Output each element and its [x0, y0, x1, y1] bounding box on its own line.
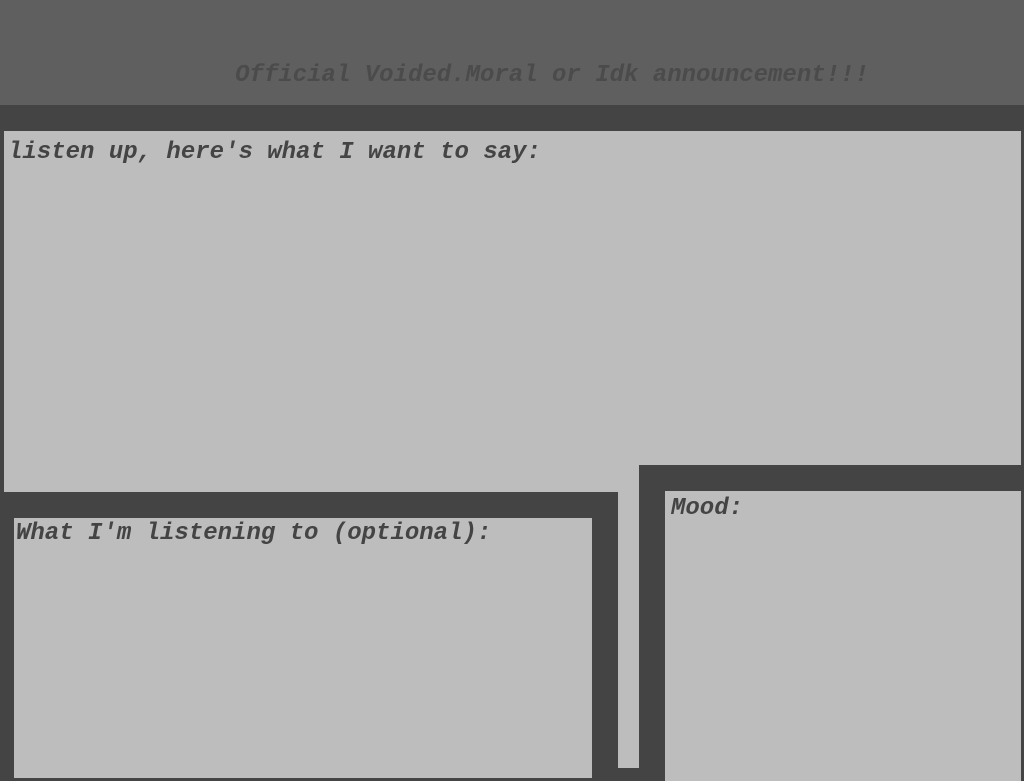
mood-panel: Mood: [639, 465, 1024, 781]
mood-label: Mood: [671, 495, 744, 522]
listening-to-label: What I'm listening to (optional): [16, 520, 492, 547]
listening-to-box[interactable]: What I'm listening to (optional): [14, 518, 592, 778]
page-title: Official Voided.Moral or Idk announcemen… [235, 62, 869, 89]
mood-box[interactable]: Mood: [665, 491, 1021, 781]
announcement-message-label: listen up, here's what I want to say: [8, 139, 541, 166]
header-bar: Official Voided.Moral or Idk announcemen… [0, 0, 1024, 105]
listening-panel: What I'm listening to (optional): [0, 492, 618, 778]
